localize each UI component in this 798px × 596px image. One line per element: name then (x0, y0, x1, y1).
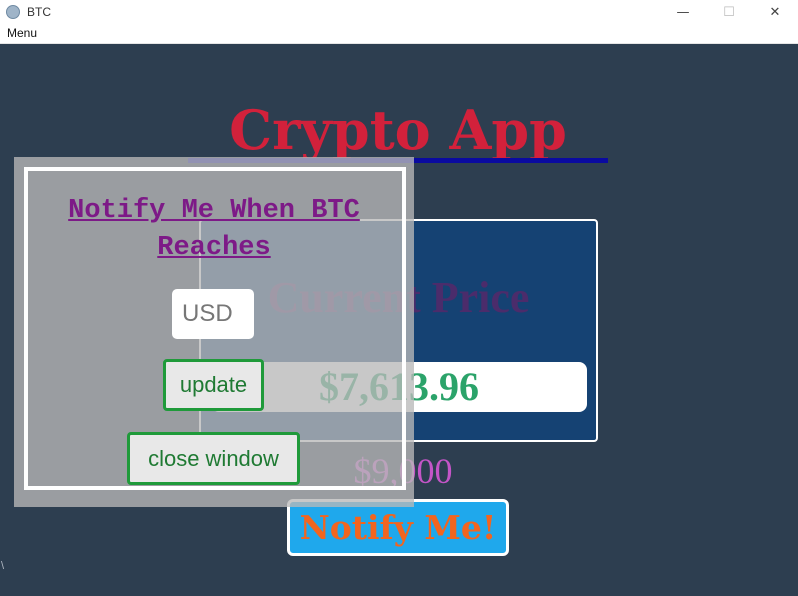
stray-text: \ (1, 560, 5, 572)
notify-me-button[interactable]: Notify Me! (287, 499, 509, 556)
close-window-button[interactable]: ✕ (752, 0, 798, 24)
title-bar: BTC — ☐ ✕ (0, 0, 798, 24)
notify-modal-overlay: Notify Me When BTC Reaches update close … (14, 157, 414, 507)
window-title: BTC (27, 5, 51, 19)
update-button[interactable]: update (163, 359, 264, 411)
notify-modal-title: Notify Me When BTC Reaches (68, 196, 360, 263)
close-window-modal-button[interactable]: close window (127, 432, 300, 485)
minimize-button[interactable]: — (660, 0, 706, 24)
menu-bar: Menu (0, 24, 798, 44)
app-logo-icon (6, 5, 20, 19)
menu-item-menu[interactable]: Menu (7, 26, 37, 40)
window-controls: — ☐ ✕ (660, 0, 798, 24)
maximize-button[interactable]: ☐ (706, 0, 752, 24)
app-title: Crypto App (229, 98, 567, 162)
usd-price-input[interactable] (172, 289, 254, 339)
